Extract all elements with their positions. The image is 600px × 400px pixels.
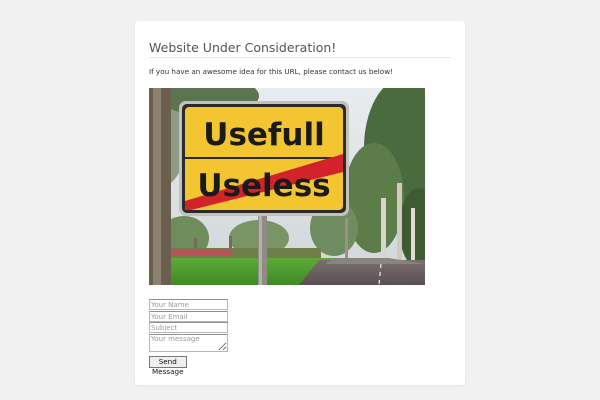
intro-text: If you have an awesome idea for this URL… [149,67,393,76]
sign-top-text: Usefull [203,117,324,153]
page-title: Website Under Consideration! [149,40,337,55]
road-sign: Usefull Useless [179,101,349,216]
title-divider [149,57,451,58]
road-sign-photo: Usefull Useless [149,88,425,285]
content-card: Website Under Consideration! If you have… [135,21,465,385]
subject-input[interactable] [149,322,228,333]
message-textarea[interactable] [149,334,228,352]
name-input[interactable] [149,299,228,310]
email-input[interactable] [149,311,228,322]
send-message-button[interactable]: Send Message [149,356,187,376]
sign-bottom-text: Useless [197,168,330,204]
